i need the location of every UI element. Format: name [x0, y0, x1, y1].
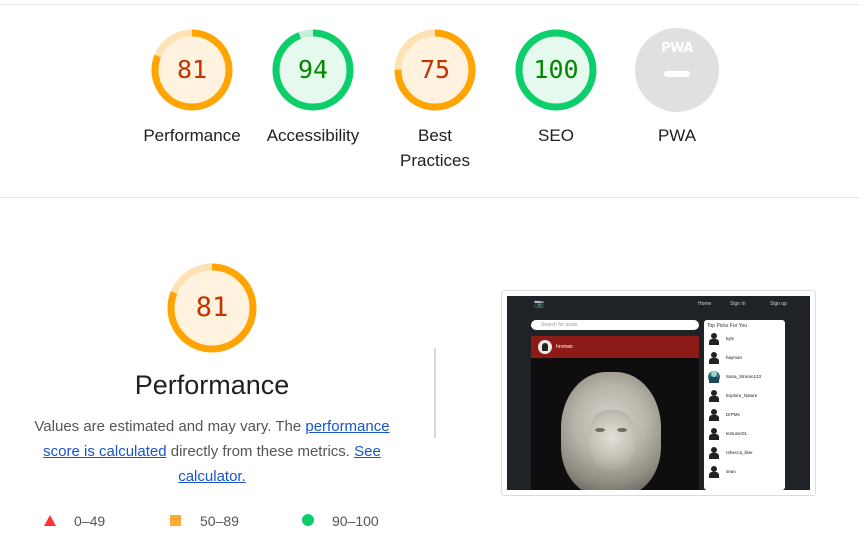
category-gauges: 81 Performance 94 Accessibility 75 Best …: [0, 28, 859, 188]
average-square-icon: [170, 514, 181, 526]
legend-average-range: 50–89: [200, 513, 239, 529]
user-avatar-icon: [708, 352, 720, 364]
pass-circle-icon: [302, 514, 314, 527]
list-item-name: testuser01: [726, 431, 748, 436]
list-item: Explore_Nature: [708, 390, 780, 404]
legend-fail: 0–49: [44, 511, 105, 531]
thumbnail-nav-signin: Sign In: [730, 301, 746, 307]
thumbnail-navbar: 📷 Home Sign In Sign up: [507, 296, 810, 312]
list-item-name: Sana_Stream123: [726, 374, 762, 379]
list-item-name: DrPMs: [726, 412, 740, 417]
list-item: kyle: [708, 333, 780, 347]
description-text: Values are estimated and may vary. The: [34, 418, 306, 435]
list-item-name: sean: [726, 469, 736, 474]
user-avatar-icon: [708, 428, 720, 440]
statue-face: [589, 410, 635, 470]
list-item-name: kyle: [726, 336, 735, 341]
statue-eye: [595, 428, 605, 432]
thumbnail-nav-home: Home: [698, 301, 712, 307]
avatar: [538, 340, 552, 354]
thumbnail-post-image: [531, 358, 699, 490]
gauge-dial: 81: [150, 28, 234, 112]
thumbnail-post-user: hrvman: [556, 344, 573, 350]
page-screenshot-thumbnail[interactable]: 📷 Home Sign In Sign up Search for posts …: [501, 290, 816, 496]
gauge-pwa[interactable]: PWA PWA: [617, 28, 737, 148]
gauge-performance[interactable]: 81 Performance: [132, 28, 252, 148]
description-text: directly from these metrics.: [166, 443, 355, 460]
gauge-label: Best Practices: [400, 126, 470, 170]
user-avatar-icon: [708, 409, 720, 421]
section-divider: [0, 197, 859, 198]
gauge-label: PWA: [657, 126, 697, 145]
gauge-score: 94: [297, 55, 329, 84]
pwa-badge-text: PWA: [661, 41, 693, 56]
gauge-dial: 75: [393, 28, 477, 112]
thumbnail-nav-signup: Sign up: [770, 301, 787, 307]
gauge-score: 75: [419, 55, 451, 84]
thumbnail-post-header: hrvman: [531, 336, 699, 358]
gauge-dial: 94: [271, 28, 355, 112]
gauge-label: SEO: [538, 126, 574, 145]
legend-average: 50–89: [170, 511, 239, 531]
thumbnail-post: hrvman: [531, 336, 699, 490]
score-legend: 0–49 50–89 90–100: [40, 511, 440, 531]
gauge-label: Performance: [143, 126, 241, 145]
user-avatar-icon: [708, 447, 720, 459]
list-item: Sana_Stream123: [708, 371, 780, 385]
list-item-name: rebecca_liker: [726, 450, 753, 455]
user-avatar-icon: [708, 333, 720, 345]
list-item-name: hayman: [726, 355, 743, 360]
legend-pass: 90–100: [302, 511, 379, 531]
legend-fail-range: 0–49: [74, 513, 106, 529]
list-item: DrPMs: [708, 409, 780, 423]
performance-section: 81 Performance Values are estimated and …: [0, 200, 859, 551]
gauge-seo[interactable]: 100 SEO: [496, 28, 616, 148]
gauge-label: Accessibility: [266, 126, 360, 145]
gauge-best-practices[interactable]: 75 Best Practices: [375, 28, 495, 173]
thumbnail-sidebar: Top Picks For You kyle hayman Sana_Strea…: [704, 320, 785, 490]
gauge-accessibility[interactable]: 94 Accessibility: [253, 28, 373, 148]
list-item: sean: [708, 466, 780, 480]
thumbnail-search-bar: Search for posts: [531, 320, 699, 330]
thumbnail-screen: 📷 Home Sign In Sign up Search for posts …: [507, 296, 810, 490]
thumbnail-sidebar-title: Top Picks For You: [707, 323, 748, 329]
statue-eye: [617, 428, 627, 432]
gauge-score: 100: [533, 55, 579, 84]
gauge-score: 81: [176, 55, 208, 84]
pwa-badge-icon: PWA: [635, 28, 719, 112]
legend-pass-range: 90–100: [332, 513, 379, 529]
performance-title: Performance: [134, 370, 290, 400]
list-item-name: Explore_Nature: [726, 393, 758, 398]
list-item: rebecca_liker: [708, 447, 780, 461]
top-divider: [0, 4, 859, 5]
list-item: hayman: [708, 352, 780, 366]
user-avatar-icon: [708, 371, 720, 383]
fail-triangle-icon: [44, 514, 56, 526]
vertical-separator: [434, 348, 436, 438]
thumbnail-nav-links: Home Sign In Sign up: [690, 299, 810, 309]
user-avatar-icon: [708, 390, 720, 402]
gauge-dial: 100: [514, 28, 598, 112]
list-item: testuser01: [708, 428, 780, 442]
user-avatar-icon: [708, 466, 720, 478]
performance-score: 81: [195, 292, 229, 323]
performance-description: Values are estimated and may vary. The p…: [28, 414, 396, 489]
performance-gauge: 81: [166, 262, 258, 354]
camera-logo-icon: 📷: [534, 299, 544, 308]
pwa-dash: [664, 71, 690, 77]
